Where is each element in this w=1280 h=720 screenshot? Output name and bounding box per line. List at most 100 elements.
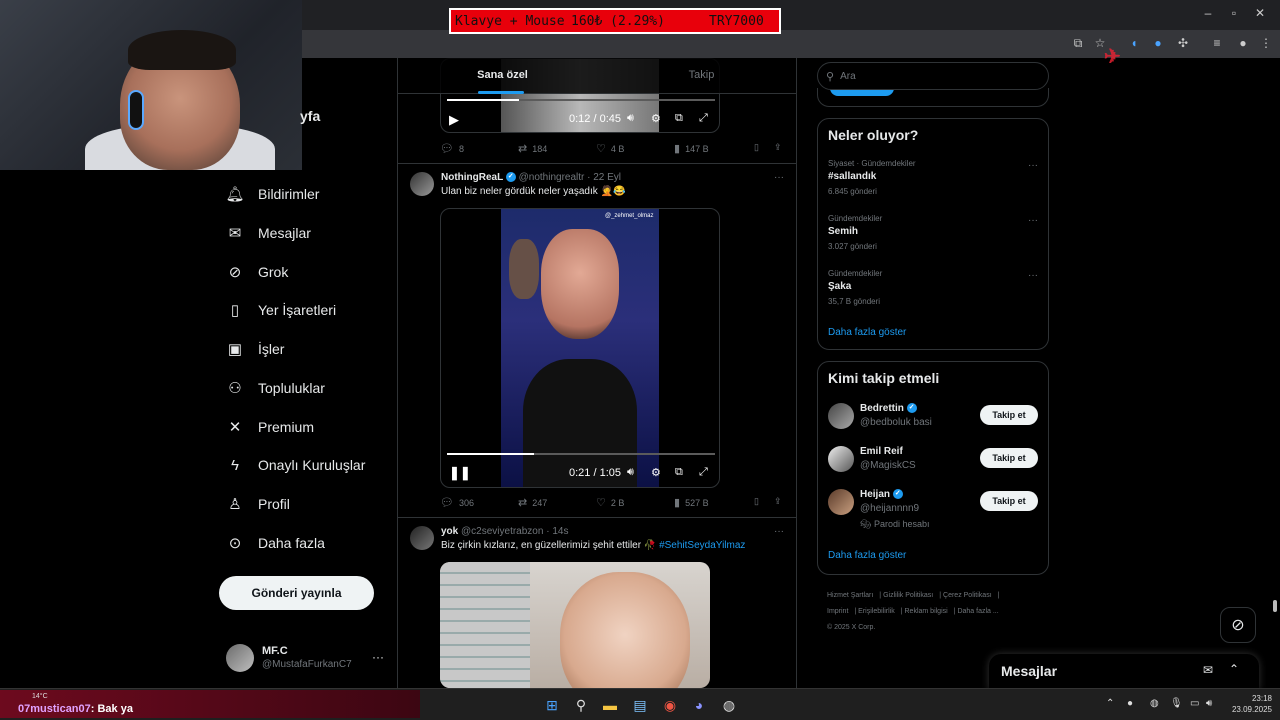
tray-app-icon[interactable]: ● <box>1127 698 1133 709</box>
repost-button[interactable]: ⇄ 247 <box>518 496 547 509</box>
video-player[interactable]: @_zehmet_olmaz ❚❚ 0:21 / 1:05 🔊︎ ⚙ ⧉ ⤢ <box>440 208 720 488</box>
pause-icon[interactable]: ❚❚ <box>449 465 471 481</box>
tab-for-you[interactable]: Sana özel <box>403 58 602 94</box>
windows-start-icon[interactable]: ⊞ <box>542 695 562 715</box>
nav-item-premium[interactable]: ✕ Premium <box>226 415 314 439</box>
fullscreen-icon[interactable]: ⤢ <box>699 112 708 125</box>
network-icon[interactable]: ▭ <box>1190 698 1199 709</box>
minimize-icon[interactable]: – <box>1200 6 1216 20</box>
footer-link[interactable]: Hizmet Şartları <box>827 592 873 599</box>
extension-icon[interactable]: ◖ <box>1127 36 1141 50</box>
nav-item-jobs[interactable]: ▣ İşler <box>226 337 285 361</box>
chrome-icon[interactable]: ◉ <box>660 695 680 715</box>
nav-item-messages[interactable]: ✉ Mesajlar <box>226 221 311 245</box>
nav-item-profile[interactable]: ♙ Profil <box>226 492 290 516</box>
volume-icon[interactable]: 🔊︎ <box>627 466 634 479</box>
menu-icon[interactable]: ⋮ <box>1259 36 1273 50</box>
close-icon[interactable]: ✕ <box>1252 6 1268 20</box>
footer-link[interactable]: Çerez Politikası <box>943 592 992 599</box>
footer-link[interactable]: Gizlilik Politikası <box>883 592 933 599</box>
repost-button[interactable]: ⇄ 184 <box>518 142 547 155</box>
more-icon[interactable]: ··· <box>1028 270 1038 281</box>
taskbar-clock[interactable]: 23:18 23.09.2025 <box>1224 693 1272 715</box>
obs-icon[interactable]: ◍ <box>719 695 739 715</box>
volume-icon[interactable]: 🔊︎ <box>1206 698 1212 709</box>
trend-name[interactable]: Semih <box>828 226 858 237</box>
trend-name[interactable]: #sallandık <box>828 171 876 182</box>
avatar[interactable] <box>828 489 854 515</box>
bookmark-icon[interactable]: ▯ <box>754 142 759 153</box>
footer-link[interactable]: Daha fazla ... <box>957 608 998 615</box>
show-more-link[interactable]: Daha fazla göster <box>828 550 906 561</box>
reply-button[interactable]: 💬︎ 306 <box>440 496 474 509</box>
like-button[interactable]: ♡ 4 B <box>596 142 624 155</box>
follow-button[interactable]: Takip et <box>980 405 1038 425</box>
expand-icon[interactable]: ⌃ <box>1229 662 1239 676</box>
volume-icon[interactable]: 🔊︎ <box>627 112 634 125</box>
tweet-author[interactable]: yok @c2seviyetrabzon · 14s <box>441 526 568 537</box>
more-icon[interactable]: ··· <box>1028 160 1038 171</box>
views-button[interactable]: ▮ 527 B <box>674 496 709 509</box>
timeline[interactable]: ▶ 0:12 / 0:45 🔊︎ ⚙ ⧉ ⤢ Sana özel Takip 💬… <box>397 58 797 688</box>
like-button[interactable]: ♡ 2 B <box>596 496 624 509</box>
profile-icon[interactable]: ● <box>1236 36 1250 50</box>
tweet-author[interactable]: NothingReaL ✓ @nothingrealtr · 22 Eyl <box>441 172 621 183</box>
extension-icon[interactable]: ● <box>1151 36 1165 50</box>
more-icon[interactable]: ··· <box>372 650 384 664</box>
follow-name[interactable]: Heijan ✓ <box>860 489 903 500</box>
grok-button[interactable]: ⊘ <box>1220 607 1256 643</box>
settings-icon[interactable]: ⚙ <box>651 466 661 479</box>
chevron-up-icon[interactable]: ⌃ <box>1106 698 1114 709</box>
nav-item-more[interactable]: ⊙ Daha fazla <box>226 531 325 555</box>
share-icon[interactable]: ⇪ <box>774 142 782 153</box>
messages-drawer[interactable]: Mesajlar ✉ ⌃ <box>989 654 1259 690</box>
media-icon[interactable]: ≡ <box>1210 36 1224 50</box>
avatar[interactable] <box>410 172 434 196</box>
nav-item-communities[interactable]: ⚇ Topluluklar <box>226 376 325 400</box>
follow-name[interactable]: Emil Reif <box>860 446 903 457</box>
pip-icon[interactable]: ⧉ <box>675 112 683 125</box>
search-box[interactable]: ⚲ <box>817 62 1049 90</box>
nav-item-bookmarks[interactable]: ▯ Yer İşaretleri <box>226 298 336 322</box>
account-switcher[interactable]: MF.C @MustafaFurkanC7 ··· <box>226 642 386 674</box>
show-more-link[interactable]: Daha fazla göster <box>828 327 906 338</box>
hashtag-link[interactable]: #SehitSeydaYilmaz <box>659 540 745 551</box>
nav-item-grok[interactable]: ⊘ Grok <box>226 260 289 284</box>
trend-name[interactable]: Şaka <box>828 281 851 292</box>
views-button[interactable]: ▮ 147 B <box>674 142 709 155</box>
nav-home-label[interactable]: yfa <box>300 108 320 124</box>
avatar[interactable] <box>410 526 434 550</box>
follow-button[interactable]: Takip et <box>980 491 1038 511</box>
reply-button[interactable]: 💬︎ 8 <box>440 142 464 155</box>
puzzle-icon[interactable]: ✣ <box>1176 36 1190 50</box>
search-input[interactable] <box>840 70 1031 82</box>
compose-message-icon[interactable]: ✉ <box>1203 663 1213 677</box>
more-icon[interactable]: ··· <box>774 172 784 183</box>
search-icon[interactable]: ⚲ <box>571 695 591 715</box>
maximize-icon[interactable]: ▫ <box>1226 6 1242 20</box>
video-progress[interactable] <box>447 453 715 455</box>
footer-link[interactable]: Erişilebilirlik <box>858 608 895 615</box>
nav-item-notifications[interactable]: 🔔︎ Bildirimler <box>225 182 319 206</box>
post-button[interactable]: Gönderi yayınla <box>219 576 374 610</box>
tab-following[interactable]: Takip <box>602 58 796 94</box>
fullscreen-icon[interactable]: ⤢ <box>699 466 708 479</box>
file-explorer-icon[interactable]: ▬ <box>600 695 620 715</box>
more-icon[interactable]: ··· <box>1028 215 1038 226</box>
footer-link[interactable]: Imprint <box>827 608 848 615</box>
discord-icon[interactable]: ◕ <box>689 695 709 715</box>
avatar[interactable] <box>828 446 854 472</box>
more-icon[interactable]: ··· <box>774 526 784 537</box>
avatar[interactable] <box>828 403 854 429</box>
video-progress[interactable] <box>447 99 715 101</box>
settings-icon[interactable]: ⚙ <box>651 112 661 125</box>
bookmark-icon[interactable]: ▯ <box>754 496 759 507</box>
pip-icon[interactable]: ⧉ <box>675 466 683 479</box>
follow-button[interactable]: Takip et <box>980 448 1038 468</box>
nav-item-verified-orgs[interactable]: ϟ Onaylı Kuruluşlar <box>226 453 365 477</box>
follow-name[interactable]: Bedrettin ✓ <box>860 403 917 414</box>
store-icon[interactable]: ▤ <box>630 695 650 715</box>
play-icon[interactable]: ▶ <box>449 112 459 128</box>
tweet-image[interactable] <box>440 562 710 688</box>
install-icon[interactable]: ⧉ <box>1071 36 1085 50</box>
